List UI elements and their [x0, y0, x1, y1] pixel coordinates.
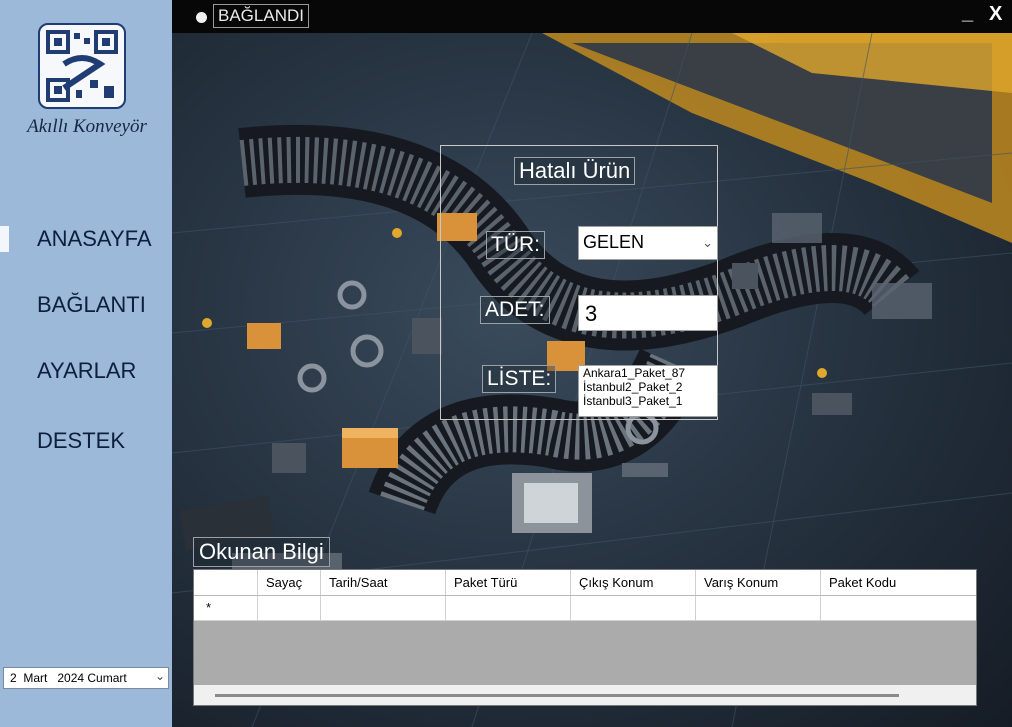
read-info-grid[interactable]: Sayaç Tarih/Saat Paket Türü Çıkış Konum …: [193, 569, 977, 706]
horizontal-scrollbar[interactable]: [194, 685, 976, 705]
date-picker[interactable]: 2 Mart 2024 Cumart ⌄: [3, 667, 169, 689]
table-cell[interactable]: [821, 596, 976, 621]
sidebar-item-destek[interactable]: DESTEK: [0, 424, 172, 458]
adet-label: ADET:: [480, 296, 550, 324]
row-header-column[interactable]: [194, 570, 258, 595]
tur-select[interactable]: GELEN ⌄: [578, 226, 718, 260]
adet-field[interactable]: 3: [578, 295, 718, 331]
list-item[interactable]: İstanbul3_Paket_1: [579, 394, 717, 408]
status-dot-icon: [196, 12, 207, 23]
brand-name: Akıllı Konveyör: [27, 116, 147, 137]
read-info-title: Okunan Bilgi: [193, 537, 330, 567]
sidebar-item-label: DESTEK: [37, 428, 126, 453]
list-item[interactable]: Ankara1_Paket_87: [579, 366, 717, 380]
column-header-paket-turu[interactable]: Paket Türü: [446, 570, 571, 595]
column-header-varis-konum[interactable]: Varış Konum: [696, 570, 821, 595]
sidebar-item-label: BAĞLANTI: [37, 292, 146, 317]
column-header-paket-kodu[interactable]: Paket Kodu: [821, 570, 976, 595]
table-cell[interactable]: [446, 596, 571, 621]
tur-value: GELEN: [583, 232, 645, 252]
grid-header: Sayaç Tarih/Saat Paket Türü Çıkış Konum …: [194, 570, 976, 596]
new-row-marker: *: [206, 600, 212, 615]
liste-label: LİSTE:: [482, 365, 557, 393]
date-value: 2 Mart 2024 Cumart: [10, 671, 127, 685]
connection-status: BAĞLANDI: [213, 4, 309, 28]
chevron-down-icon[interactable]: ⌄: [702, 235, 713, 251]
liste-listbox[interactable]: Ankara1_Paket_87 İstanbul2_Paket_2 İstan…: [578, 365, 718, 417]
sidebar-item-anasayfa[interactable]: ANASAYFA: [0, 222, 172, 256]
sidebar-item-label: AYARLAR: [37, 358, 137, 383]
minimize-button[interactable]: _: [962, 2, 973, 25]
list-item[interactable]: İstanbul2_Paket_2: [579, 380, 717, 394]
panel-title: Hatalı Ürün: [514, 157, 636, 185]
logo: [38, 23, 126, 109]
defective-product-panel: Hatalı Ürün TÜR: GELEN ⌄ ADET: 3 LİSTE: …: [440, 145, 718, 420]
table-cell[interactable]: [696, 596, 821, 621]
table-row[interactable]: *: [194, 596, 976, 621]
close-button[interactable]: X: [989, 3, 1002, 26]
column-header-sayac[interactable]: Sayaç: [258, 570, 321, 595]
sidebar-item-ayarlar[interactable]: AYARLAR: [0, 354, 172, 388]
title-bar: BAĞLANDI _ X: [172, 0, 1012, 33]
column-header-cikis-konum[interactable]: Çıkış Konum: [571, 570, 696, 595]
scrollbar-thumb[interactable]: [215, 694, 899, 697]
row-header-cell[interactable]: *: [194, 596, 258, 621]
qr-conveyor-logo-icon: [46, 30, 118, 102]
tur-label: TÜR:: [486, 231, 545, 259]
table-cell[interactable]: [321, 596, 446, 621]
sidebar-item-baglanti[interactable]: BAĞLANTI: [0, 288, 172, 322]
sidebar-item-label: ANASAYFA: [37, 226, 152, 251]
chevron-down-icon[interactable]: ⌄: [155, 669, 165, 683]
sidebar: Akıllı Konveyör ANASAYFA BAĞLANTI AYARLA…: [0, 0, 172, 727]
table-cell[interactable]: [571, 596, 696, 621]
column-header-tarih-saat[interactable]: Tarih/Saat: [321, 570, 446, 595]
table-cell[interactable]: [258, 596, 321, 621]
